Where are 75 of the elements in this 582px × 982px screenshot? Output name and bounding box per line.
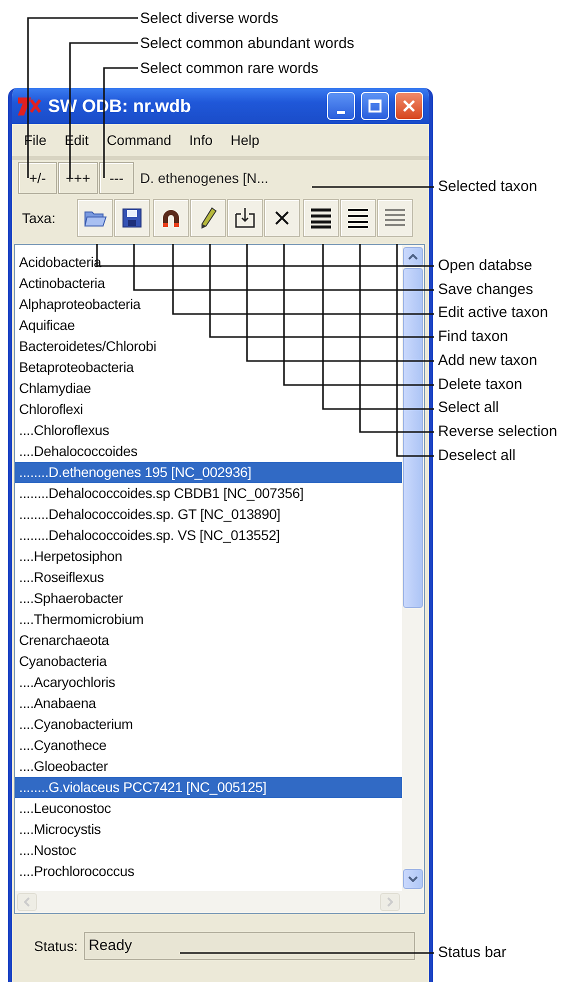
open-button[interactable]: [77, 199, 113, 237]
callout-label: Reverse selection: [438, 422, 558, 442]
app-logo-icon: [18, 96, 42, 116]
tree-item[interactable]: ....Cyanothece: [15, 735, 402, 756]
maximize-icon: [368, 99, 382, 113]
tree-item[interactable]: ........Dehalococcoides.sp. GT [NC_013890]: [15, 504, 402, 525]
reverse-selection-button[interactable]: [340, 199, 376, 237]
tree-item[interactable]: ....Anabaena: [15, 693, 402, 714]
word-filter-button[interactable]: ---: [99, 162, 134, 194]
callout-label: Select diverse words: [140, 9, 278, 29]
tree-item[interactable]: Betaproteobacteria: [15, 357, 402, 378]
scrollbar-thumb[interactable]: [403, 268, 423, 608]
tree-item[interactable]: ....Chloroflexus: [15, 420, 402, 441]
edit-button[interactable]: [190, 199, 226, 237]
callout-label: Find taxon: [438, 327, 508, 347]
callout-label: Save changes: [438, 280, 534, 300]
close-icon: [402, 99, 416, 113]
callout-label: Delete taxon: [438, 374, 522, 394]
deselect-all-button[interactable]: [377, 199, 413, 237]
tree-item[interactable]: Chloroflexi: [15, 399, 402, 420]
tray-arrow-icon: [233, 206, 257, 230]
callout-label: Status bar: [438, 943, 506, 964]
tree-item[interactable]: ....Sphaerobacter: [15, 588, 402, 609]
tree-item[interactable]: ........Dehalococcoides.sp CBDB1 [NC_007356]: [15, 483, 402, 504]
select-all-button[interactable]: [303, 199, 339, 237]
tree-item[interactable]: ....Thermomicrobium: [15, 609, 402, 630]
tree-item[interactable]: ....Leuconostoc: [15, 798, 402, 819]
callout-label: Open databse: [438, 256, 532, 276]
tree-item[interactable]: ....Dehalococcoides: [15, 441, 402, 462]
tree-item[interactable]: ........D.ethenogenes 195 [NC_002936]: [15, 462, 402, 483]
add-button[interactable]: [227, 199, 263, 237]
close-button[interactable]: [395, 92, 423, 120]
tree-item[interactable]: Cyanobacteria: [15, 651, 402, 672]
tree-item[interactable]: Aquificae: [15, 315, 402, 336]
delete-button[interactable]: [264, 199, 300, 237]
minimize-icon: [337, 110, 345, 114]
tree-item[interactable]: Actinobacteria: [15, 273, 402, 294]
callout-label: Edit active taxon: [438, 303, 548, 324]
status-label: Status:: [34, 938, 78, 954]
tree-item[interactable]: ....Cyanobacterium: [15, 714, 402, 735]
save-button[interactable]: [114, 199, 150, 237]
callout-label: Select all: [438, 398, 499, 418]
taxa-label: Taxa:: [22, 210, 56, 226]
tree-item[interactable]: ....Roseiflexus: [15, 567, 402, 588]
tree-item[interactable]: ........G.violaceus PCC7421 [NC_005125]: [15, 777, 402, 798]
menu-item[interactable]: Help: [228, 130, 262, 150]
thick-lines-icon: [309, 207, 333, 229]
tree-item[interactable]: Crenarchaeota: [15, 630, 402, 651]
tree-item[interactable]: ........Dehalococcoides.sp. VS [NC_013552]: [15, 525, 402, 546]
tree-item[interactable]: ....Prochlorococcus: [15, 861, 402, 882]
tree-item[interactable]: ....Acaryochloris: [15, 672, 402, 693]
minimize-button[interactable]: [327, 92, 355, 120]
maximize-button[interactable]: [361, 92, 389, 120]
menu-item[interactable]: Command: [104, 130, 174, 150]
find-button[interactable]: [153, 199, 189, 237]
delete-icon: [273, 209, 291, 227]
tree-item[interactable]: Bacteroidetes/Chlorobi: [15, 336, 402, 357]
menu-item[interactable]: Info: [187, 130, 215, 150]
lines-icon: [346, 207, 370, 229]
tree-item[interactable]: ....Gloeobacter: [15, 756, 402, 777]
scroll-up-button[interactable]: [403, 247, 423, 267]
tree-item[interactable]: ....Microcystis: [15, 819, 402, 840]
callout-label: Select common rare words: [140, 59, 318, 79]
callout-label: Deselect all: [438, 446, 516, 466]
tree-item[interactable]: ....Nostoc: [15, 840, 402, 861]
selected-taxon-text: D. ethenogenes [N...: [140, 170, 268, 186]
callout-label: Add new taxon: [438, 350, 538, 371]
word-filter-button[interactable]: +/-: [18, 162, 57, 194]
tree-item[interactable]: Chlamydiae: [15, 378, 402, 399]
callout-label: Selected taxon: [438, 177, 538, 197]
callout-label: Select common abundant words: [140, 34, 354, 54]
status-field: Ready: [84, 932, 415, 960]
tree-item[interactable]: ....Herpetosiphon: [15, 546, 402, 567]
tree-item[interactable]: Alphaproteobacteria: [15, 294, 402, 315]
scroll-down-button[interactable]: [403, 869, 423, 889]
